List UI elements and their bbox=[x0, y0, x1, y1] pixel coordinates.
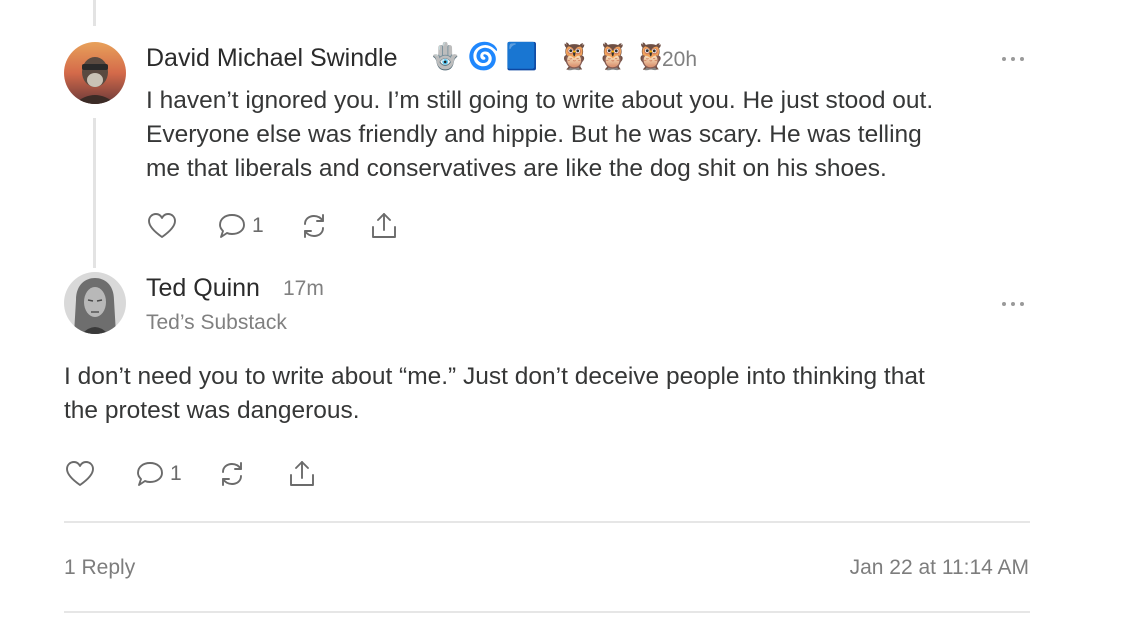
author-publication[interactable]: Ted’s Substack bbox=[146, 311, 287, 335]
comment-actions: 1 bbox=[146, 210, 400, 242]
share-button[interactable] bbox=[286, 458, 318, 490]
replies-link[interactable]: 1 Reply bbox=[64, 556, 135, 580]
author-badges: 🪬 🌀 🟦 🦉 🦉 🦉 bbox=[429, 43, 667, 69]
like-button[interactable] bbox=[146, 210, 178, 242]
comment-body: I haven’t ignored you. I’m still going t… bbox=[146, 87, 934, 182]
comment-bubble-icon bbox=[137, 462, 163, 486]
avatar[interactable] bbox=[64, 42, 126, 104]
divider bbox=[64, 611, 1030, 613]
comment-bubble-icon bbox=[219, 214, 245, 238]
avatar[interactable] bbox=[64, 272, 126, 334]
reply-count: 1 bbox=[170, 462, 182, 485]
comment-timestamp[interactable]: 20h bbox=[662, 48, 697, 72]
comment-actions: 1 bbox=[64, 458, 318, 490]
hamsa-badge-icon: 🪬 bbox=[429, 41, 462, 71]
post-date: Jan 22 at 11:14 AM bbox=[849, 556, 1029, 579]
blue-square-badge-icon: 🟦 bbox=[505, 41, 539, 71]
owl-badge-icon: 🦉 bbox=[596, 41, 629, 71]
restack-button[interactable] bbox=[298, 210, 330, 242]
more-options-button[interactable] bbox=[998, 296, 1028, 312]
more-options-button[interactable] bbox=[998, 51, 1028, 67]
author-name[interactable]: Ted Quinn bbox=[146, 274, 260, 303]
thread-line bbox=[93, 118, 96, 268]
reply-button[interactable]: 1 bbox=[216, 210, 264, 242]
restack-icon bbox=[221, 462, 242, 486]
author-name[interactable]: David Michael Swindle bbox=[146, 44, 398, 73]
divider bbox=[64, 521, 1030, 523]
owl-badge-icon: 🦉 bbox=[558, 41, 591, 71]
reply-button[interactable]: 1 bbox=[134, 458, 182, 490]
swirl-badge-icon: 🌀 bbox=[467, 41, 500, 71]
thread-line bbox=[93, 0, 96, 26]
comment-timestamp[interactable]: 17m bbox=[283, 277, 324, 301]
reply-count: 1 bbox=[252, 214, 264, 237]
restack-button[interactable] bbox=[216, 458, 248, 490]
share-button[interactable] bbox=[368, 210, 400, 242]
share-icon bbox=[371, 213, 396, 238]
restack-icon bbox=[303, 214, 324, 238]
share-icon bbox=[289, 461, 314, 486]
comment-body: I don’t need you to write about “me.” Ju… bbox=[64, 363, 925, 424]
heart-icon bbox=[148, 213, 176, 238]
like-button[interactable] bbox=[64, 458, 96, 490]
heart-icon bbox=[66, 461, 94, 486]
